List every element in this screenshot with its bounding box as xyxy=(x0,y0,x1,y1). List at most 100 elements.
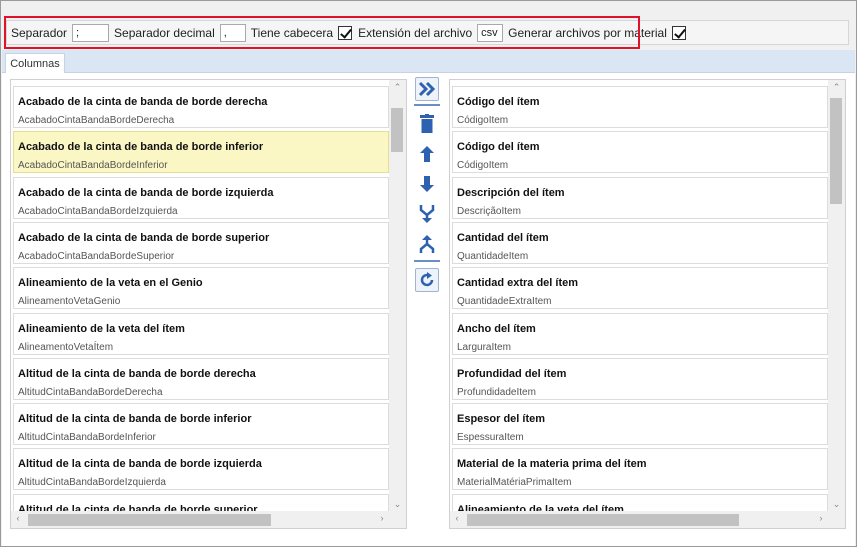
column-field-name: MaterialMatériaPrimaItem xyxy=(457,477,572,489)
horizontal-scrollbar-thumb[interactable] xyxy=(467,514,739,526)
column-title: Acabado de la cinta de banda de borde su… xyxy=(18,231,270,244)
list-item[interactable]: Descripción del ítem DescriçãoItem xyxy=(452,176,828,219)
horizontal-scrollbar-thumb[interactable] xyxy=(28,514,271,526)
list-item[interactable]: Acabado de la cinta de banda de borde su… xyxy=(13,221,389,264)
scroll-corner xyxy=(828,511,845,528)
list-item[interactable]: Altitud de la cinta de banda de borde in… xyxy=(13,403,389,446)
available-columns-list[interactable]: Acabado de la cinta de banda de borde de… xyxy=(10,79,407,529)
list-item[interactable]: Altitud de la cinta de banda de borde iz… xyxy=(13,448,389,491)
scroll-down-arrow-icon[interactable]: ⌄ xyxy=(828,499,845,510)
split-icon xyxy=(419,235,435,253)
move-up-icon xyxy=(420,146,434,162)
horizontal-scrollbar[interactable]: ‹ › xyxy=(11,511,389,528)
export-settings-window: Separador Separador decimal Tiene cabece… xyxy=(0,0,857,547)
scroll-up-arrow-icon[interactable]: ⌃ xyxy=(389,82,406,93)
column-title: Código del ítem xyxy=(457,96,540,108)
list-item[interactable]: Material de la materia prima del ítem Mat… xyxy=(452,448,828,491)
tab-strip: Columnas xyxy=(2,50,855,74)
scroll-left-arrow-icon[interactable]: ‹ xyxy=(11,513,25,523)
merge-icon xyxy=(419,205,435,223)
merge-button[interactable] xyxy=(415,202,439,226)
column-field-name: AcabadoCintaBandaBordeIzquierda xyxy=(18,205,178,217)
selected-columns-items: Código del ítem CódigoItem Código del ítem… xyxy=(450,80,828,512)
column-title: Altitud de la cinta de banda de borde iz… xyxy=(18,458,262,471)
scroll-right-arrow-icon[interactable]: › xyxy=(814,513,828,523)
list-item[interactable]: Alineamiento de la veta en el Genio Aline… xyxy=(13,267,389,310)
scroll-corner xyxy=(389,511,406,528)
move-down-icon xyxy=(420,176,434,192)
column-field-name: CódigoItem xyxy=(457,160,509,172)
horizontal-scrollbar[interactable]: ‹ › xyxy=(450,511,828,528)
add-columns-button[interactable] xyxy=(415,77,439,101)
list-item[interactable]: Cantidad extra del ítem QuantidadeExtraIt… xyxy=(452,267,828,310)
column-title: Cantidad extra del ítem xyxy=(457,277,579,290)
column-title: Acabado de la cinta de banda de borde in… xyxy=(18,141,264,154)
column-title: Altitud de la cinta de banda de borde in… xyxy=(18,413,252,426)
toolbar-separator xyxy=(414,260,440,262)
toolbar-separator xyxy=(414,104,440,106)
window-top-strip xyxy=(1,1,856,15)
column-field-name: AcabadoCintaBandaBordeDerecha xyxy=(18,115,175,126)
list-item[interactable]: Altitud de la cinta de banda de borde su… xyxy=(13,493,389,512)
list-item[interactable]: Profundidad del ítem ProfundidadeItem xyxy=(452,357,828,400)
column-field-name: DescriçãoItem xyxy=(457,205,521,217)
add-columns-icon xyxy=(418,81,436,97)
column-field-name: QuantidadeExtraItem xyxy=(457,296,552,308)
list-item[interactable]: Acabado de la cinta de banda de borde in… xyxy=(13,131,389,174)
column-title: Espesor del ítem xyxy=(457,413,546,426)
column-title: Cantidad del ítem xyxy=(457,231,549,244)
column-title: Material de la materia prima del ítem xyxy=(457,458,647,471)
column-field-name: ProfundidadeItem xyxy=(457,386,536,398)
column-title: Ancho del ítem xyxy=(457,322,536,335)
column-field-name: AltitudCintaBandaBordeIzquierda xyxy=(18,477,166,489)
column-field-name: AcabadoCintaBandaBordeInferior xyxy=(18,160,168,172)
refresh-button[interactable] xyxy=(415,268,439,292)
column-title: Acabado de la cinta de banda de borde iz… xyxy=(18,186,274,199)
scroll-left-arrow-icon[interactable]: ‹ xyxy=(450,513,464,523)
list-item[interactable]: Ancho del ítem LarguraItem xyxy=(452,312,828,355)
split-button[interactable] xyxy=(415,232,439,256)
column-field-name: EspessuraItem xyxy=(457,432,524,444)
tab-columns[interactable]: Columnas xyxy=(5,53,65,74)
column-title: Descripción del ítem xyxy=(457,186,565,199)
delete-icon xyxy=(420,114,434,133)
scroll-right-arrow-icon[interactable]: › xyxy=(375,513,389,523)
column-field-name: AltitudCintaBandaBordeDerecha xyxy=(18,386,163,398)
list-item[interactable]: Espesor del ítem EspessuraItem xyxy=(452,403,828,446)
column-field-name: AlineamentoVetaÍtem xyxy=(18,341,114,353)
list-item[interactable]: Cantidad del ítem QuantidadeItem xyxy=(452,221,828,264)
scrollbar-thumb[interactable] xyxy=(830,98,842,204)
options-highlight-outline xyxy=(4,16,640,49)
scroll-down-arrow-icon[interactable]: ⌄ xyxy=(389,499,406,510)
column-field-name: CódigoItem xyxy=(457,115,509,126)
list-item[interactable]: Acabado de la cinta de banda de borde de… xyxy=(13,86,389,128)
column-title: Altitud de la cinta de banda de borde de… xyxy=(18,367,256,380)
column-title: Alineamiento de la veta del ítem xyxy=(18,322,185,335)
list-item[interactable]: Código del ítem CódigoItem xyxy=(452,131,828,174)
refresh-icon xyxy=(420,272,434,287)
list-item[interactable]: Alineamiento de la veta del ítem Alineame… xyxy=(13,312,389,355)
move-up-button[interactable] xyxy=(415,142,439,166)
column-title: Alineamiento de la veta en el Genio xyxy=(18,277,203,290)
column-field-name: LarguraItem xyxy=(457,341,511,353)
scrollbar-thumb[interactable] xyxy=(391,108,403,152)
column-title: Profundidad del ítem xyxy=(457,367,567,380)
list-item[interactable]: Código del ítem CódigoItem xyxy=(452,86,828,128)
column-field-name: AltitudCintaBandaBordeInferior xyxy=(18,432,156,444)
list-item[interactable]: Altitud de la cinta de banda de borde de… xyxy=(13,357,389,400)
column-field-name: AcabadoCintaBandaBordeSuperior xyxy=(18,250,175,262)
column-field-name: QuantidadeItem xyxy=(457,250,529,262)
delete-button[interactable] xyxy=(415,112,439,136)
column-field-name: AlineamentoVetaGenio xyxy=(18,296,121,308)
move-down-button[interactable] xyxy=(415,172,439,196)
scroll-up-arrow-icon[interactable]: ⌃ xyxy=(828,82,845,93)
column-title: Código del ítem xyxy=(457,141,540,154)
column-title: Acabado de la cinta de banda de borde de… xyxy=(18,96,268,108)
per-material-checkbox[interactable] xyxy=(671,25,686,40)
vertical-scrollbar[interactable]: ⌃ ⌄ xyxy=(828,80,845,512)
available-columns-items: Acabado de la cinta de banda de borde de… xyxy=(11,80,389,512)
vertical-scrollbar[interactable]: ⌃ ⌄ xyxy=(389,80,406,512)
list-item[interactable]: Alineamiento de la veta del ítem xyxy=(452,493,828,512)
selected-columns-list[interactable]: Código del ítem CódigoItem Código del ítem… xyxy=(449,79,846,529)
list-item[interactable]: Acabado de la cinta de banda de borde iz… xyxy=(13,176,389,219)
